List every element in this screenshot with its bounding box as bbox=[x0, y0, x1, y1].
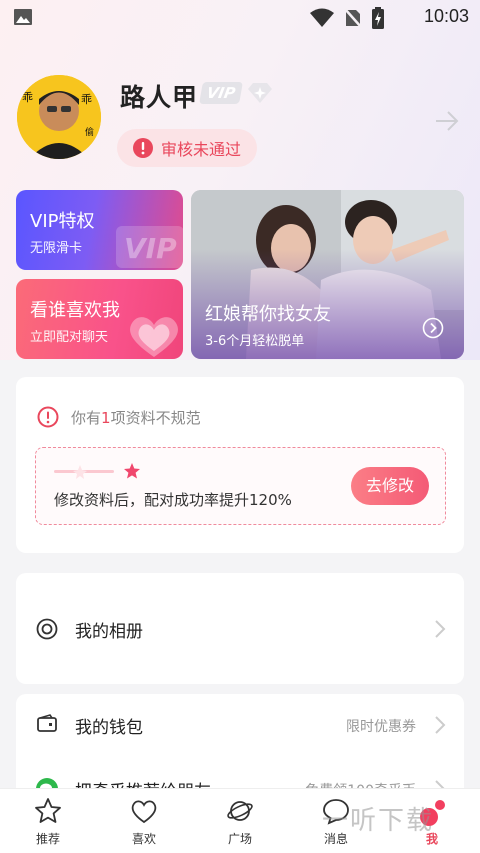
heart-decor-icon bbox=[130, 317, 178, 357]
svg-text:VIP: VIP bbox=[124, 232, 177, 265]
matchmaker-card[interactable]: 红娘帮你找女友 3-6个月轻松脱单 bbox=[191, 190, 464, 359]
planet-icon bbox=[227, 801, 253, 821]
likes-card-title: 看谁喜欢我 bbox=[30, 300, 120, 321]
edit-profile-hint: 修改资料后，配对成功率提升120% bbox=[54, 491, 292, 509]
tab-likes[interactable]: 喜欢 bbox=[96, 789, 192, 853]
username: 路人甲 bbox=[120, 83, 199, 112]
site-watermark: 一听下载 bbox=[322, 806, 435, 836]
arrow-right-icon[interactable] bbox=[435, 110, 459, 132]
sparkle-badge-icon[interactable] bbox=[247, 81, 273, 105]
chevron-right-icon bbox=[435, 620, 446, 638]
wifi-icon bbox=[310, 8, 334, 27]
vip-privilege-card[interactable]: VIP VIP特权 无限滑卡 bbox=[16, 190, 183, 270]
review-status-pill[interactable]: 审核未通过 bbox=[117, 129, 257, 167]
vip-badge[interactable]: VIP bbox=[199, 82, 243, 104]
tab-square[interactable]: 广场 bbox=[192, 789, 288, 853]
who-likes-me-card[interactable]: 看谁喜欢我 立即配对聊天 bbox=[16, 279, 183, 359]
status-bar: 10:03 bbox=[0, 0, 480, 34]
wallet-icon bbox=[37, 714, 57, 732]
vip-watermark-icon: VIP bbox=[116, 226, 183, 268]
status-time: 10:03 bbox=[423, 6, 469, 26]
edit-profile-box: 修改资料后，配对成功率提升120% 去修改 bbox=[35, 447, 446, 525]
avatar[interactable]: 乖 乖 偷 bbox=[17, 75, 101, 159]
chevron-right-icon bbox=[435, 716, 446, 734]
svg-text:乖: 乖 bbox=[22, 91, 33, 104]
likes-card-subtitle: 立即配对聊天 bbox=[30, 330, 109, 345]
no-sim-icon bbox=[344, 8, 362, 28]
notice-count: 1 bbox=[101, 409, 111, 427]
wallet-extra: 限时优惠券 bbox=[346, 719, 416, 735]
menu-row-wallet[interactable]: 我的钱包 限时优惠券 bbox=[16, 695, 464, 755]
menu-row-album[interactable]: 我的相册 bbox=[16, 599, 464, 659]
review-status-text: 审核未通过 bbox=[161, 140, 242, 159]
album-panel: 我的相册 bbox=[16, 573, 464, 684]
image-icon bbox=[14, 9, 32, 25]
warning-circle-icon bbox=[37, 406, 59, 428]
stars-progress-icon bbox=[54, 463, 140, 479]
vip-card-subtitle: 无限滑卡 bbox=[30, 241, 83, 256]
svg-text:乖: 乖 bbox=[81, 93, 92, 106]
profile-notice-panel: 你有1项资料不规范 修改资料后，配对成功率提升120% 去修改 bbox=[16, 377, 464, 553]
matchmaker-title: 红娘帮你找女友 bbox=[205, 304, 331, 325]
menu-label-album: 我的相册 bbox=[75, 622, 143, 642]
album-icon bbox=[36, 618, 58, 640]
vip-card-title: VIP特权 bbox=[30, 211, 95, 232]
menu-label-wallet: 我的钱包 bbox=[75, 718, 143, 738]
svg-text:偷: 偷 bbox=[85, 126, 94, 138]
battery-charging-icon bbox=[372, 7, 384, 29]
alert-icon bbox=[133, 138, 153, 158]
tab-recommend[interactable]: 推荐 bbox=[0, 789, 96, 853]
chevron-right-circle-icon[interactable] bbox=[422, 317, 444, 339]
go-edit-button[interactable]: 去修改 bbox=[351, 467, 429, 505]
matchmaker-subtitle: 3-6个月轻松脱单 bbox=[205, 334, 305, 349]
heart-icon bbox=[131, 800, 157, 824]
notice-text: 你有1项资料不规范 bbox=[71, 409, 201, 427]
star-icon bbox=[35, 798, 61, 823]
